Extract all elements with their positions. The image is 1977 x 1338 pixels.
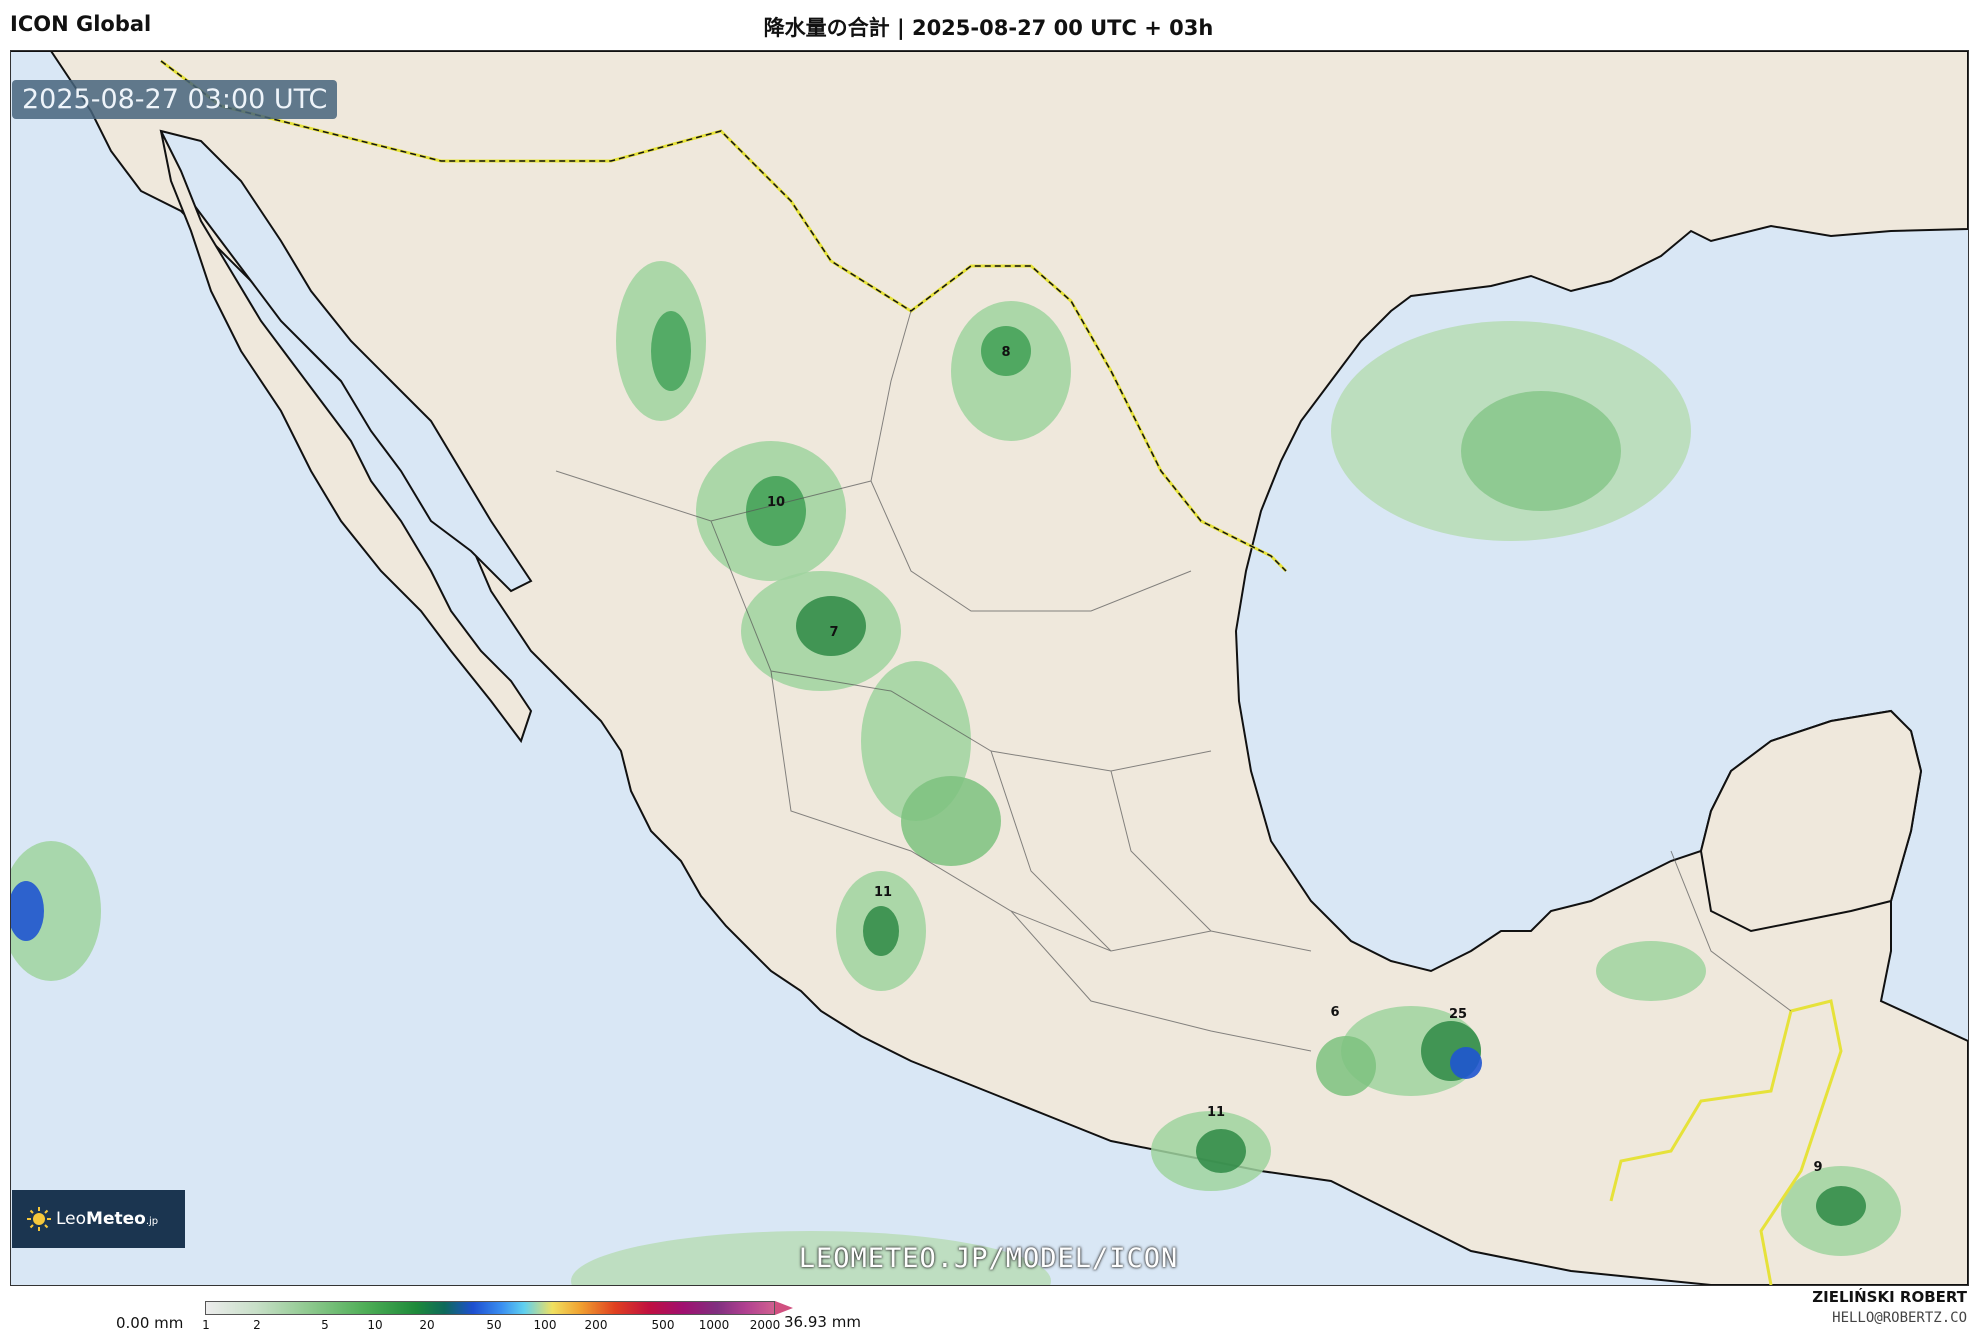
watermark-url: LEOMETEO.JP/MODEL/ICON <box>798 1243 1179 1274</box>
precip-label-3: 7 <box>829 625 838 640</box>
legend-tick: 500 <box>651 1318 675 1332</box>
precip-label-6: 25 <box>1449 1007 1467 1022</box>
logo-text-b: Meteo <box>86 1209 146 1229</box>
legend-tick: 1 <box>202 1318 210 1332</box>
sun-icon <box>27 1207 51 1231</box>
legend-tick: 1000 <box>698 1318 730 1332</box>
legend-tick: 2000 <box>749 1318 781 1332</box>
legend-max-label: 36.93 mm <box>784 1313 861 1331</box>
colorbar-gradient <box>205 1301 775 1315</box>
legend-tick: 5 <box>321 1318 329 1332</box>
author-credit: ZIELIŃSKI ROBERT <box>1812 1288 1967 1306</box>
precip-label-1: 8 <box>1001 345 1010 360</box>
precip-label-5: 6 <box>1330 1005 1339 1020</box>
legend-tick: 50 <box>486 1318 502 1332</box>
precip-label-2: 10 <box>767 495 785 510</box>
map-canvas: 8 10 7 11 6 25 11 9 <box>11 51 1968 1285</box>
legend-tick: 2 <box>253 1318 261 1332</box>
legend-tick: 100 <box>533 1318 557 1332</box>
logo-text-a: Leo <box>56 1209 87 1229</box>
precip-label-7: 11 <box>1207 1105 1225 1120</box>
legend-min-label: 0.00 mm <box>116 1314 184 1332</box>
leometeo-logo[interactable]: LeoMeteo.jp <box>12 1190 185 1248</box>
chart-title: 降水量の合計 | 2025-08-27 00 UTC + 03h <box>763 16 1214 40</box>
legend-tick: 200 <box>584 1318 608 1332</box>
precip-colorbar: 0.00 mm 1 2 5 10 20 50 100 200 500 1000 … <box>0 1296 1977 1338</box>
valid-time-badge: 2025-08-27 03:00 UTC <box>12 80 338 119</box>
logo-suffix: .jp <box>145 1216 159 1227</box>
precipitation-map[interactable]: 8 10 7 11 6 25 11 9 <box>10 50 1969 1286</box>
legend-tick: 10 <box>367 1318 383 1332</box>
precip-label-4: 11 <box>874 885 892 900</box>
precip-label-8: 9 <box>1813 1160 1822 1175</box>
author-email[interactable]: HELLO@ROBERTZ.CO <box>1832 1310 1967 1326</box>
logo-text: LeoMeteo.jp <box>56 1209 158 1229</box>
legend-tick: 20 <box>419 1318 435 1332</box>
